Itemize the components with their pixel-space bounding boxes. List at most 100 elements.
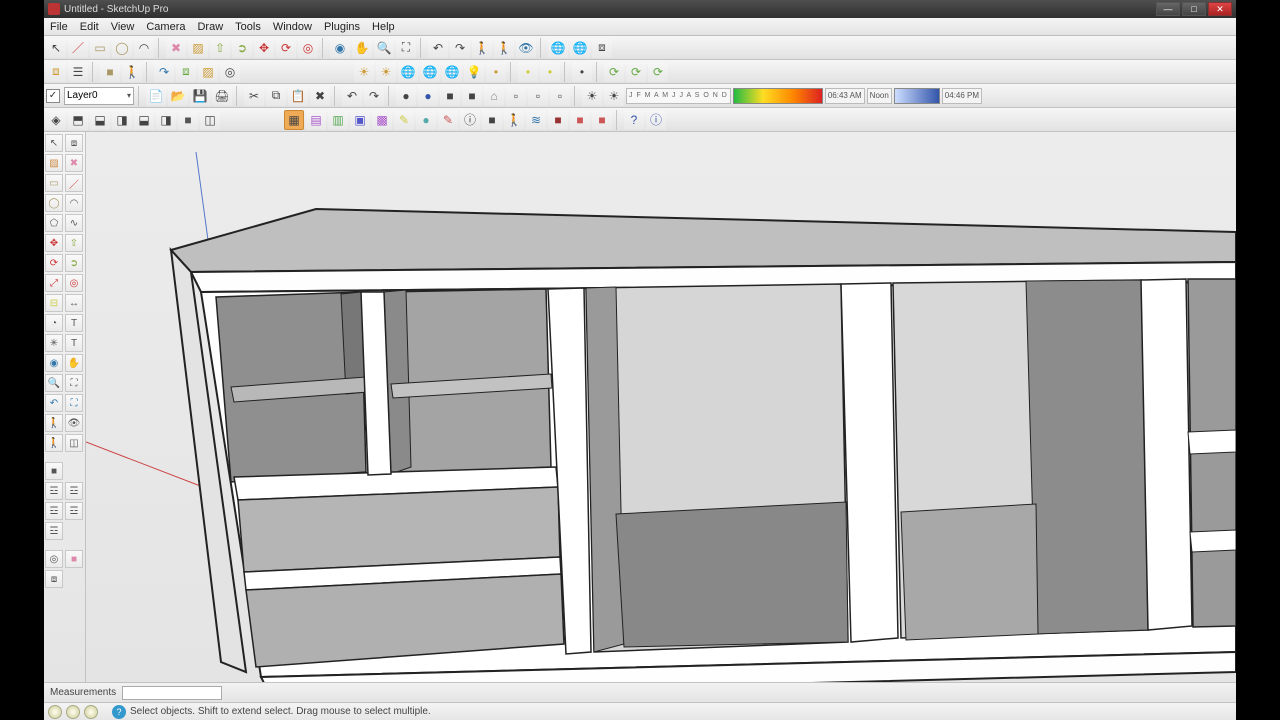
lt-eraser-icon[interactable]: ✖ [65,154,83,172]
pan-tool-icon[interactable]: ✋ [352,38,372,58]
profile-style-icon[interactable]: ✎ [438,110,458,130]
refresh-2-icon[interactable]: ⟳ [626,62,646,82]
move-tool-icon[interactable]: ✥ [254,38,274,58]
position-camera-icon[interactable]: 🚶 [472,38,492,58]
menu-plugins[interactable]: Plugins [324,21,360,33]
front-view-icon[interactable]: ⬓ [90,110,110,130]
menu-draw[interactable]: Draw [197,21,223,33]
lt-look-icon[interactable]: 👁 [65,414,83,432]
lt-tape-icon[interactable]: ⊟ [45,294,63,312]
top-view-icon[interactable]: ⬒ [68,110,88,130]
persp-icon[interactable]: ■ [178,110,198,130]
new-file-icon[interactable]: 📄 [146,86,166,106]
lt-3dtext-icon[interactable]: T [65,334,83,352]
intersect-icon[interactable]: ▨ [198,62,218,82]
left-view-icon[interactable]: ◨ [156,110,176,130]
lt-dim-icon[interactable]: ↔ [65,294,83,312]
lt-extra6-icon[interactable]: ☲ [45,522,63,540]
jitter-style-icon[interactable]: 🚶 [504,110,524,130]
close-button[interactable]: ✕ [1208,2,1232,16]
explode-icon[interactable]: ⧈ [176,62,196,82]
lt-scale-icon[interactable]: ⤢ [45,274,63,292]
arc-tool-icon[interactable]: ◠ [134,38,154,58]
endpoint-style-icon[interactable]: ⓘ [460,110,480,130]
lt-extra4-icon[interactable]: ☲ [45,502,63,520]
rotate-tool-icon[interactable]: ⟳ [276,38,296,58]
lt-pan-icon[interactable]: ✋ [65,354,83,372]
back-view-icon[interactable]: ⬓ [134,110,154,130]
lt-offset-icon[interactable]: ◎ [65,274,83,292]
shadow-settings-icon[interactable]: ☀ [604,86,624,106]
layer-dropdown[interactable]: Layer0 [64,87,134,105]
lt-axes-icon[interactable]: ✳ [45,334,63,352]
line-tool-icon[interactable]: ／ [68,38,88,58]
help-tool-icon[interactable]: ? [624,110,644,130]
style-1-icon[interactable]: ● [396,86,416,106]
copy-icon[interactable]: ⧉ [266,86,286,106]
bulb-icon[interactable]: 💡 [464,62,484,82]
lt-move-icon[interactable]: ✥ [45,234,63,252]
redo-icon[interactable]: ↷ [364,86,384,106]
viewport-3d[interactable] [86,132,1236,682]
refresh-3-icon[interactable]: ⟳ [648,62,668,82]
component-1-icon[interactable]: ■ [100,62,120,82]
lt-freehand-icon[interactable]: ∿ [65,214,83,232]
lt-line-icon[interactable]: ／ [65,174,83,192]
lt-zoomext-icon[interactable]: ⛶ [65,394,83,412]
status-claim-icon[interactable] [84,705,98,719]
look-around-icon[interactable]: 👁 [516,38,536,58]
menu-edit[interactable]: Edit [80,21,99,33]
edge-style-icon[interactable]: ● [416,110,436,130]
globe-3-icon[interactable]: 🌐 [442,62,462,82]
section-icon[interactable]: ◫ [200,110,220,130]
walk-tool-icon[interactable]: 🚶 [494,38,514,58]
shadow-toggle-icon[interactable]: ☀ [582,86,602,106]
lt-rect-icon[interactable]: ▭ [45,174,63,192]
make-component-icon[interactable]: ⧈ [46,62,66,82]
style-3-icon[interactable]: ■ [440,86,460,106]
print-icon[interactable]: 🖨 [212,86,232,106]
hidden-style-icon[interactable]: ▥ [328,110,348,130]
shadow-month-slider[interactable]: J F M A M J J A S O N D [626,88,731,104]
circle-tool-icon[interactable]: ◯ [112,38,132,58]
menu-tools[interactable]: Tools [235,21,261,33]
status-help-icon[interactable]: ? [112,705,126,719]
lt-extra8-icon[interactable]: ■ [65,550,83,568]
dot-2-icon[interactable]: • [518,62,538,82]
save-file-icon[interactable]: 💾 [190,86,210,106]
measurements-input[interactable] [122,686,222,700]
paint-tool-icon[interactable]: ▨ [188,38,208,58]
context-icon[interactable]: ◎ [220,62,240,82]
refresh-1-icon[interactable]: ⟳ [604,62,624,82]
home-icon[interactable]: ⌂ [484,86,504,106]
right-view-icon[interactable]: ◨ [112,110,132,130]
sun-north-icon[interactable]: ☀ [354,62,374,82]
xray-style-icon[interactable]: ▦ [284,110,304,130]
shadow-time-gradient[interactable] [894,88,940,104]
lt-extra7-icon[interactable]: ◎ [45,550,63,568]
menu-camera[interactable]: Camera [146,21,185,33]
minimize-button[interactable]: — [1156,2,1180,16]
style-2-icon[interactable]: ● [418,86,438,106]
orbit-tool-icon[interactable]: ◉ [330,38,350,58]
undo-icon[interactable]: ↶ [342,86,362,106]
dot-4-icon[interactable]: • [572,62,592,82]
layer-visible-checkbox[interactable]: ✓ [46,89,60,103]
lt-extra5-icon[interactable]: ☲ [65,502,83,520]
lt-arc-icon[interactable]: ◠ [65,194,83,212]
lt-orbit-icon[interactable]: ◉ [45,354,63,372]
wireframe-style-icon[interactable]: ▤ [306,110,326,130]
zoom-extents-icon[interactable]: ⛶ [396,38,416,58]
page-1-icon[interactable]: ▫ [506,86,526,106]
follow-tool-icon[interactable]: ➲ [232,38,252,58]
globe-2-icon[interactable]: 🌐 [420,62,440,82]
eraser-tool-icon[interactable]: ✖ [166,38,186,58]
mono-style-icon[interactable]: ✎ [394,110,414,130]
get-models-icon[interactable]: 🌐 [548,38,568,58]
pushpull-tool-icon[interactable]: ⇧ [210,38,230,58]
lt-paint-icon[interactable]: ▨ [45,154,63,172]
next-view-icon[interactable]: ↷ [450,38,470,58]
menu-file[interactable]: File [50,21,68,33]
lt-extra1-icon[interactable]: ■ [45,462,63,480]
style-4-icon[interactable]: ■ [462,86,482,106]
